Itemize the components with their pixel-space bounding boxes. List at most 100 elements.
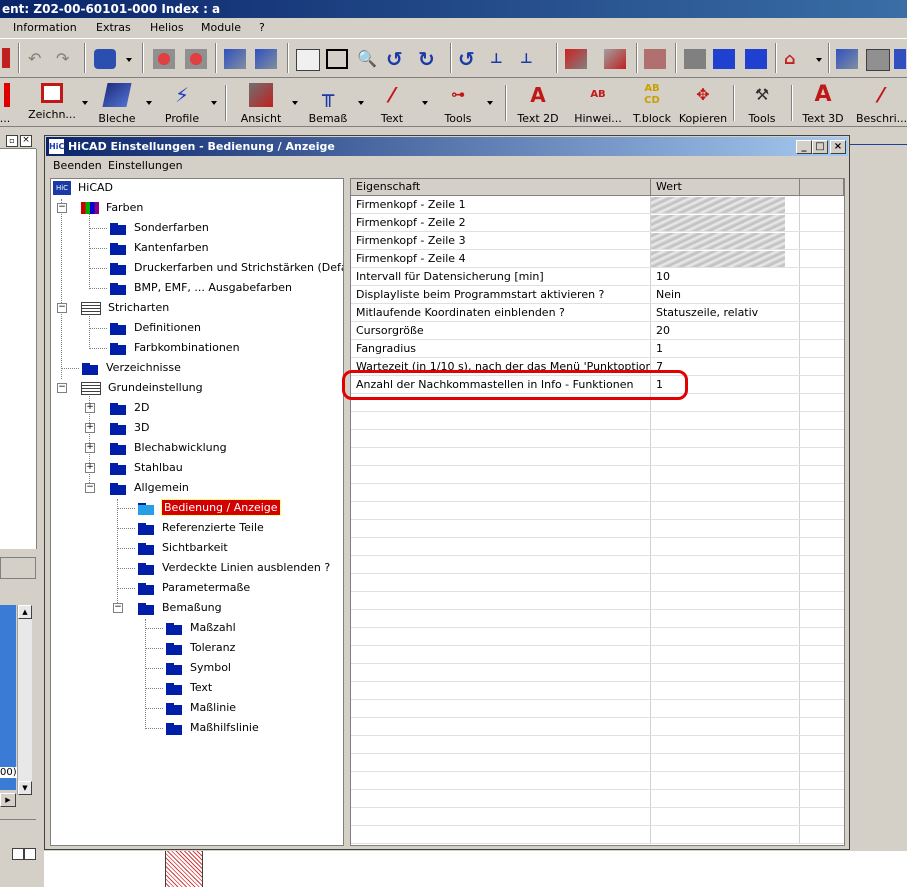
table-row[interactable]: Firmenkopf - Zeile 2 bbox=[351, 214, 844, 232]
window-icon[interactable] bbox=[866, 49, 890, 71]
table-row[interactable]: Intervall für Datensicherung [min] 10 bbox=[351, 268, 844, 286]
axis-icon[interactable]: ⊥ bbox=[490, 49, 512, 69]
refresh-part-icon[interactable] bbox=[94, 49, 116, 69]
maximize-button[interactable]: □ bbox=[812, 140, 828, 154]
hint-button[interactable]: AB Hinwei... bbox=[572, 79, 624, 125]
tree-node-hicad[interactable]: HiC HiCAD bbox=[53, 179, 113, 197]
menu-help[interactable]: ? bbox=[259, 21, 265, 34]
scroll-up-icon[interactable]: ▲ bbox=[18, 605, 32, 619]
tree-node-parametermasse[interactable]: Parametermaße bbox=[137, 579, 250, 597]
text3d-button[interactable]: A Text 3D bbox=[800, 79, 846, 126]
collapse-icon[interactable]: − bbox=[113, 603, 123, 613]
box-icon[interactable] bbox=[644, 49, 666, 69]
rotate-right-icon[interactable]: ↻ bbox=[418, 49, 440, 69]
box-blue-icon[interactable] bbox=[713, 49, 735, 69]
tree-node-sonderfarben[interactable]: Sonderfarben bbox=[109, 219, 209, 237]
chevron-down-icon[interactable] bbox=[211, 101, 217, 105]
solid-icon[interactable] bbox=[604, 49, 626, 69]
hammer-tools-button[interactable]: ⚒ Tools bbox=[742, 79, 782, 125]
profile-button[interactable]: ⚡ Profile bbox=[160, 79, 204, 125]
table-row[interactable]: Firmenkopf - Zeile 1 bbox=[351, 196, 844, 214]
text2d-button[interactable]: A Text 2D bbox=[514, 79, 562, 125]
tree-node-masslinie[interactable]: Maßlinie bbox=[165, 699, 236, 717]
menu-information[interactable]: Information bbox=[13, 21, 77, 34]
tree-node-masshilfslinie[interactable]: Maßhilfslinie bbox=[165, 719, 259, 737]
rotate-view-icon[interactable]: ↺ bbox=[458, 49, 480, 69]
search-icon[interactable]: 🔍 bbox=[357, 49, 379, 69]
text-button[interactable]: ⁄ Text bbox=[372, 79, 412, 125]
table-row[interactable]: Displayliste beim Programmstart aktivier… bbox=[351, 286, 844, 304]
tools-button[interactable]: ⊶ Tools bbox=[438, 79, 478, 125]
table-row[interactable]: Cursorgröße 20 bbox=[351, 322, 844, 340]
table-row[interactable]: Firmenkopf - Zeile 3 bbox=[351, 232, 844, 250]
part-edge-icon[interactable] bbox=[2, 48, 10, 68]
table-row[interactable]: Mitlaufende Koordinaten einblenden ? Stat… bbox=[351, 304, 844, 322]
tree-node-druckerfarben[interactable]: Druckerfarben und Strichstärken (Default… bbox=[109, 259, 343, 277]
copy-button[interactable]: ✥ Kopieren bbox=[678, 79, 728, 125]
rotate-left-icon[interactable]: ↺ bbox=[386, 49, 408, 69]
minimize-button[interactable]: _ bbox=[796, 140, 812, 154]
tree-node-blechabwicklung[interactable]: Blechabwicklung bbox=[109, 439, 227, 457]
value-cell[interactable]: Nein bbox=[651, 286, 800, 303]
value-cell[interactable]: Statuszeile, relativ bbox=[651, 304, 800, 321]
menu-extras[interactable]: Extras bbox=[96, 21, 131, 34]
expand-icon[interactable]: + bbox=[85, 403, 95, 413]
box-gray-icon[interactable] bbox=[684, 49, 706, 69]
value-cell[interactable]: 10 bbox=[651, 268, 800, 285]
assembly-icon[interactable] bbox=[836, 49, 858, 69]
scroll-right-icon[interactable]: ▶ bbox=[0, 793, 16, 807]
tree-node-grundeinstellung[interactable]: Grundeinstellung bbox=[81, 379, 203, 397]
collapse-icon[interactable]: − bbox=[57, 383, 67, 393]
document-icon[interactable] bbox=[296, 49, 320, 71]
redo-icon[interactable]: ↷ bbox=[56, 49, 78, 69]
pdf-icon[interactable]: ⌂ bbox=[784, 49, 806, 69]
tree-node-kantenfarben[interactable]: Kantenfarben bbox=[109, 239, 209, 257]
column-header-eigenschaft[interactable]: Eigenschaft bbox=[351, 179, 651, 196]
tree-node-definitionen[interactable]: Definitionen bbox=[109, 319, 201, 337]
tree-node-2d[interactable]: 2D bbox=[109, 399, 149, 417]
tree-node-farbkombinationen[interactable]: Farbkombinationen bbox=[109, 339, 240, 357]
close-button[interactable]: × bbox=[830, 140, 846, 154]
restore-icon[interactable]: ▫ bbox=[6, 135, 18, 147]
tree-node-bedienung-anzeige[interactable]: Bedienung / Anzeige bbox=[137, 499, 281, 517]
tree-node-masszahl[interactable]: Maßzahl bbox=[165, 619, 236, 637]
expand-icon[interactable]: + bbox=[85, 443, 95, 453]
tree-node-verdeckte-linien[interactable]: Verdeckte Linien ausblenden ? bbox=[137, 559, 330, 577]
menu-beenden[interactable]: Beenden bbox=[53, 159, 102, 172]
tree-node-bemassung[interactable]: Bemaßung bbox=[137, 599, 222, 617]
tree-node-allgemein[interactable]: Allgemein bbox=[109, 479, 189, 497]
menu-module[interactable]: Module bbox=[201, 21, 241, 34]
value-cell[interactable]: 1 bbox=[651, 340, 800, 357]
undo-icon[interactable]: ↶ bbox=[28, 49, 50, 69]
chevron-down-icon[interactable] bbox=[422, 101, 428, 105]
part-button[interactable]: ... bbox=[0, 79, 16, 125]
tree-node-sichtbarkeit[interactable]: Sichtbarkeit bbox=[137, 539, 228, 557]
gear-red-icon[interactable] bbox=[185, 49, 207, 69]
tree-node-farben[interactable]: Farben bbox=[81, 199, 143, 217]
table-row[interactable]: Fangradius 1 bbox=[351, 340, 844, 358]
tree-node-text[interactable]: Text bbox=[165, 679, 212, 697]
table-row[interactable]: Firmenkopf - Zeile 4 bbox=[351, 250, 844, 268]
scroll-down-icon[interactable]: ▼ bbox=[18, 781, 32, 795]
textblock-button[interactable]: AB CD T.block bbox=[630, 79, 674, 125]
chevron-down-icon[interactable] bbox=[358, 101, 364, 105]
close-icon[interactable] bbox=[24, 848, 36, 860]
part-icon[interactable] bbox=[894, 49, 906, 69]
close-icon[interactable]: × bbox=[20, 135, 32, 147]
chevron-down-icon[interactable] bbox=[292, 101, 298, 105]
sheet-button[interactable]: Bleche bbox=[96, 79, 138, 125]
expand-icon[interactable]: + bbox=[85, 423, 95, 433]
menu-einstellungen[interactable]: Einstellungen bbox=[108, 159, 183, 172]
chevron-down-icon[interactable] bbox=[816, 58, 822, 62]
drawing-button[interactable]: Zeichn... bbox=[26, 79, 78, 125]
label-button[interactable]: ⁄ Beschri... bbox=[856, 79, 907, 125]
tree-node-stahlbau[interactable]: Stahlbau bbox=[109, 459, 183, 477]
assembly-icon[interactable] bbox=[255, 49, 277, 69]
chevron-down-icon[interactable] bbox=[126, 58, 132, 62]
column-header-wert[interactable]: Wert bbox=[651, 179, 800, 196]
dock-tab[interactable] bbox=[0, 557, 36, 579]
frame-icon[interactable] bbox=[326, 49, 348, 69]
tree-node-ausgabefarben[interactable]: BMP, EMF, ... Ausgabefarben bbox=[109, 279, 292, 297]
tree-node-toleranz[interactable]: Toleranz bbox=[165, 639, 235, 657]
view-button[interactable]: Ansicht bbox=[238, 79, 284, 125]
